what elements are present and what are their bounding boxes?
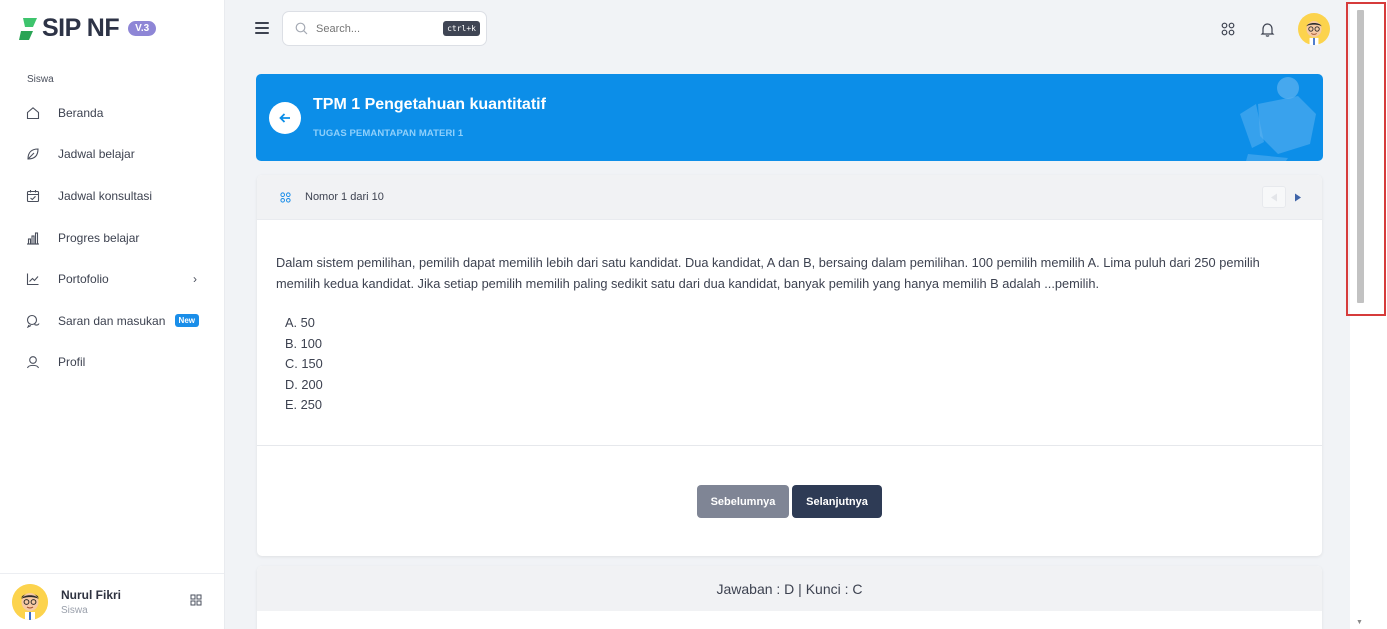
question-grid-icon[interactable] xyxy=(280,191,291,203)
sidebar-section-label: Siswa xyxy=(27,74,54,85)
sidebar-item-label: Jadwal belajar xyxy=(58,147,135,162)
user-icon xyxy=(26,355,40,369)
answer-summary: Jawaban : D | Kunci : C xyxy=(257,566,1322,611)
apps-grid-icon[interactable] xyxy=(1220,21,1236,37)
top-bar: ctrl+k xyxy=(225,0,1350,58)
app-name: SIP NF xyxy=(42,14,120,42)
sidebar: SIP NF V.3 Siswa Beranda Jadwal belajar … xyxy=(0,0,225,629)
sidebar-item-beranda[interactable]: Beranda xyxy=(0,92,224,134)
leaf-icon xyxy=(26,147,40,161)
avatar-face-icon xyxy=(1298,13,1330,45)
banner-illustration xyxy=(1240,77,1316,161)
sidebar-item-saran-dan-masukan[interactable]: Saran dan masukan New xyxy=(0,300,224,342)
option-d[interactable]: D. 200 xyxy=(285,375,1303,396)
bar-chart-icon xyxy=(26,231,40,245)
next-button[interactable]: Selanjutnya xyxy=(792,485,882,518)
user-avatar[interactable] xyxy=(12,583,48,620)
home-icon xyxy=(26,106,40,120)
search-input[interactable] xyxy=(316,22,426,35)
menu-toggle-icon[interactable] xyxy=(255,22,269,34)
option-e[interactable]: E. 250 xyxy=(285,395,1303,416)
divider xyxy=(257,445,1322,446)
sidebar-item-label: Jadwal konsultasi xyxy=(58,188,153,203)
trending-chart-icon xyxy=(26,272,40,286)
search-box[interactable]: ctrl+k xyxy=(282,11,487,46)
calendar-check-icon xyxy=(26,189,40,203)
sidebar-item-portofolio[interactable]: Portofolio › xyxy=(0,258,224,300)
app-logo[interactable]: SIP NF V.3 xyxy=(19,14,157,43)
page-title: TPM 1 Pengetahuan kuantitatif xyxy=(313,96,546,113)
question-card: Nomor 1 dari 10 Dalam sistem pemilihan, … xyxy=(257,175,1322,556)
question-header: Nomor 1 dari 10 xyxy=(257,175,1322,220)
user-role: Siswa xyxy=(61,604,88,616)
task-banner: TPM 1 Pengetahuan kuantitatif TUGAS PEMA… xyxy=(256,74,1323,161)
sidebar-item-jadwal-belajar[interactable]: Jadwal belajar xyxy=(0,134,224,176)
new-badge: New xyxy=(174,314,199,328)
answer-card: Jawaban : D | Kunci : C xyxy=(257,566,1322,629)
header-avatar[interactable] xyxy=(1298,13,1330,45)
user-profile-block[interactable]: Nurul Fikri Siswa xyxy=(0,573,224,629)
search-shortcut-badge: ctrl+k xyxy=(443,21,480,36)
answer-options: A. 50 B. 100 C. 150 D. 200 E. 250 xyxy=(276,313,1303,416)
next-question-button[interactable] xyxy=(1286,186,1310,208)
version-badge: V.3 xyxy=(128,21,157,36)
sidebar-item-progres-belajar[interactable]: Progres belajar xyxy=(0,217,224,259)
caret-right-icon xyxy=(1295,193,1301,201)
back-button[interactable] xyxy=(269,102,301,134)
sidebar-nav: Beranda Jadwal belajar Jadwal konsultasi… xyxy=(0,92,224,383)
sidebar-item-jadwal-konsultasi[interactable]: Jadwal konsultasi xyxy=(0,175,224,217)
option-b[interactable]: B. 100 xyxy=(285,334,1303,355)
option-a[interactable]: A. 50 xyxy=(285,313,1303,334)
scrollbar-highlight-box xyxy=(1346,2,1386,316)
sidebar-item-label: Profil xyxy=(58,355,86,370)
scroll-down-arrow-icon[interactable]: ▼ xyxy=(1356,619,1363,626)
caret-left-icon xyxy=(1271,193,1277,201)
sidebar-item-profil[interactable]: Profil xyxy=(0,342,224,384)
question-text: Dalam sistem pemilihan, pemilih dapat me… xyxy=(276,255,1260,291)
sidebar-item-label: Beranda xyxy=(58,105,104,120)
search-icon xyxy=(295,22,308,35)
previous-button[interactable]: Sebelumnya xyxy=(697,485,789,518)
page-subtitle: TUGAS PEMANTAPAN MATERI 1 xyxy=(313,128,464,139)
arrow-left-icon xyxy=(279,113,290,123)
avatar-face-icon xyxy=(12,583,48,620)
chat-icon xyxy=(26,314,40,328)
question-counter: Nomor 1 dari 10 xyxy=(305,191,384,203)
option-c[interactable]: C. 150 xyxy=(285,354,1303,375)
chevron-right-icon: › xyxy=(193,272,197,287)
logo-icon xyxy=(19,17,37,40)
notification-bell-icon[interactable] xyxy=(1259,21,1275,37)
previous-question-button[interactable] xyxy=(1262,186,1286,208)
switch-account-icon[interactable] xyxy=(190,594,202,609)
user-name: Nurul Fikri xyxy=(61,587,122,602)
sidebar-item-label: Progres belajar xyxy=(58,230,140,245)
sidebar-item-label: Portofolio xyxy=(58,272,109,287)
sidebar-item-label: Saran dan masukan xyxy=(58,313,166,328)
